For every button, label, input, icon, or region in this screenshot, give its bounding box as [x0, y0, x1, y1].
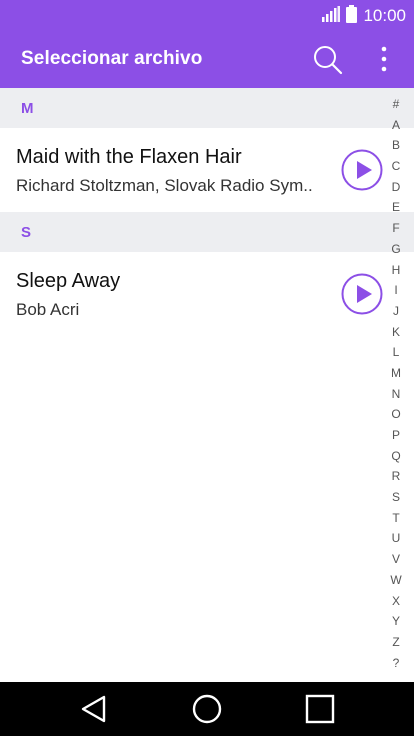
index-letter[interactable]: Y: [384, 611, 408, 632]
play-icon: [341, 273, 383, 315]
navigation-bar: [0, 682, 414, 736]
index-letter[interactable]: W: [384, 570, 408, 591]
index-letter[interactable]: C: [384, 156, 408, 177]
page-title: Seleccionar archivo: [21, 48, 203, 69]
more-vert-icon[interactable]: [372, 44, 396, 76]
index-letter[interactable]: Z: [384, 632, 408, 653]
section-header-s: S: [0, 212, 414, 252]
index-letter[interactable]: D: [384, 177, 408, 198]
index-letter[interactable]: F: [384, 218, 408, 239]
index-letter[interactable]: E: [384, 197, 408, 218]
index-letter[interactable]: X: [384, 591, 408, 612]
index-letter[interactable]: I: [384, 280, 408, 301]
index-letter[interactable]: ?: [384, 653, 408, 674]
play-button[interactable]: [341, 273, 383, 315]
index-letter[interactable]: T: [384, 508, 408, 529]
index-letter[interactable]: S: [384, 487, 408, 508]
index-letter[interactable]: A: [384, 115, 408, 136]
signal-icon: [322, 5, 341, 27]
index-letter[interactable]: P: [384, 425, 408, 446]
index-letter[interactable]: R: [384, 466, 408, 487]
list-item[interactable]: Sleep Away Bob Acri: [0, 252, 383, 336]
status-indicators: 10:00: [322, 4, 406, 28]
index-letter[interactable]: N: [384, 384, 408, 405]
index-letter[interactable]: Q: [384, 446, 408, 467]
app-bar: Seleccionar archivo: [0, 32, 414, 88]
track-title: Sleep Away: [16, 270, 121, 292]
track-title: Maid with the Flaxen Hair: [16, 146, 242, 168]
index-letter[interactable]: L: [384, 342, 408, 363]
index-letter[interactable]: #: [384, 94, 408, 115]
index-letter[interactable]: M: [384, 363, 408, 384]
index-letter[interactable]: K: [384, 322, 408, 343]
index-letter[interactable]: G: [384, 239, 408, 260]
section-header-m: M: [0, 88, 414, 128]
back-icon[interactable]: [77, 692, 111, 726]
list-item[interactable]: Maid with the Flaxen Hair Richard Stoltz…: [0, 128, 383, 212]
section-letter: M: [21, 100, 34, 117]
home-icon[interactable]: [190, 692, 224, 726]
search-icon[interactable]: [312, 44, 344, 76]
index-letter[interactable]: J: [384, 301, 408, 322]
track-artist: Richard Stoltzman, Slovak Radio Sym..: [16, 176, 313, 195]
index-letter[interactable]: H: [384, 260, 408, 281]
status-bar: 10:00: [0, 0, 414, 32]
play-icon: [341, 149, 383, 191]
battery-icon: [346, 4, 358, 28]
status-time: 10:00: [363, 6, 406, 25]
alphabet-index[interactable]: # A B C D E F G H I J K L M N O P Q R S T U V W X Y Z?: [384, 94, 408, 678]
play-button[interactable]: [341, 149, 383, 191]
index-letter[interactable]: B: [384, 135, 408, 156]
index-letter[interactable]: U: [384, 528, 408, 549]
track-artist: Bob Acri: [16, 300, 80, 319]
index-letter[interactable]: V: [384, 549, 408, 570]
index-letter[interactable]: O: [384, 404, 408, 425]
recents-icon[interactable]: [303, 692, 337, 726]
section-letter: S: [21, 224, 32, 241]
